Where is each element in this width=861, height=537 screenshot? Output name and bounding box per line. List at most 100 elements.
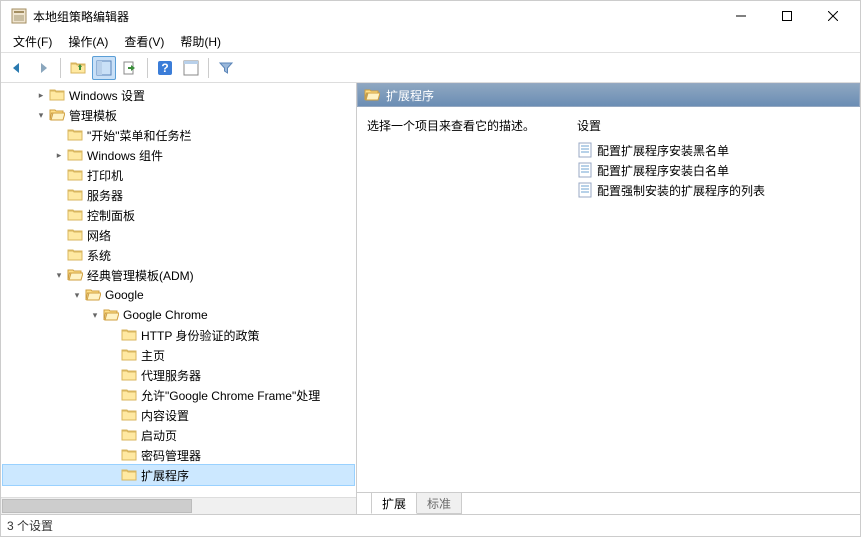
folder-icon xyxy=(49,107,65,123)
settings-item[interactable]: 配置扩展程序安装黑名单 xyxy=(577,140,850,160)
tree-item-label: 服务器 xyxy=(87,187,123,204)
settings-item[interactable]: 配置扩展程序安装白名单 xyxy=(577,160,850,180)
tree-item-label: 打印机 xyxy=(87,167,123,184)
chevron-down-icon[interactable]: ▾ xyxy=(33,107,49,123)
maximize-button[interactable] xyxy=(764,1,810,31)
folder-icon xyxy=(49,87,65,103)
folder-icon xyxy=(67,167,83,183)
settings-item[interactable]: 配置强制安装的扩展程序的列表 xyxy=(577,180,850,200)
tree-item-label: 启动页 xyxy=(141,427,177,444)
settings-list: 设置 配置扩展程序安装黑名单配置扩展程序安装白名单配置强制安装的扩展程序的列表 xyxy=(577,117,850,482)
tree-pane-icon xyxy=(96,60,112,76)
tree[interactable]: ▸ Windows 设置 ▾ 管理模板▸"开始"菜单和任务栏 ▸ Windows 组件▸打… xyxy=(1,83,356,497)
description-hint: 选择一个项目来查看它的描述。 xyxy=(367,117,557,482)
chevron-right-icon[interactable]: ▸ xyxy=(51,147,67,163)
tree-item[interactable]: ▸内容设置 xyxy=(3,405,354,425)
tree-item-label: Windows 设置 xyxy=(69,87,145,104)
policy-icon xyxy=(577,162,593,178)
svg-text:?: ? xyxy=(161,61,168,75)
tree-item[interactable]: ▾Google Chrome xyxy=(3,305,354,325)
separator xyxy=(208,58,209,78)
folder-icon xyxy=(67,127,83,143)
status-text: 3 个设置 xyxy=(7,517,53,534)
filter-button[interactable] xyxy=(214,56,238,80)
tree-item-label: 代理服务器 xyxy=(141,367,201,384)
folder-icon xyxy=(85,287,101,303)
folder-icon xyxy=(67,247,83,263)
tree-item[interactable]: ▸系统 xyxy=(3,245,354,265)
tree-item-label: 网络 xyxy=(87,227,111,244)
folder-icon xyxy=(121,327,137,343)
tree-item[interactable]: ▾ 管理模板 xyxy=(3,105,354,125)
scrollbar-thumb[interactable] xyxy=(2,499,192,513)
folder-icon xyxy=(121,387,137,403)
tree-item-label: 经典管理模板(ADM) xyxy=(87,267,194,284)
tree-item[interactable]: ▸允许"Google Chrome Frame"处理 xyxy=(3,385,354,405)
tree-item[interactable]: ▾ 经典管理模板(ADM) xyxy=(3,265,354,285)
up-button[interactable] xyxy=(66,56,90,80)
tree-item[interactable]: ▸启动页 xyxy=(3,425,354,445)
tree-item-label: 扩展程序 xyxy=(141,467,189,484)
back-button[interactable] xyxy=(5,56,29,80)
chevron-right-icon[interactable]: ▸ xyxy=(33,87,49,103)
back-icon xyxy=(9,60,25,76)
tree-item[interactable]: ▸控制面板 xyxy=(3,205,354,225)
tree-item[interactable]: ▸"开始"菜单和任务栏 xyxy=(3,125,354,145)
settings-item-label: 配置扩展程序安装黑名单 xyxy=(597,142,729,159)
tree-item[interactable]: ▸主页 xyxy=(3,345,354,365)
folder-icon xyxy=(67,267,83,283)
horizontal-scrollbar[interactable] xyxy=(1,497,356,514)
menu-view[interactable]: 查看(V) xyxy=(116,31,172,52)
folder-icon xyxy=(67,207,83,223)
chevron-down-icon[interactable]: ▾ xyxy=(51,267,67,283)
help-button[interactable]: ? xyxy=(153,56,177,80)
tree-item-label: 系统 xyxy=(87,247,111,264)
settings-column-header[interactable]: 设置 xyxy=(577,117,850,134)
separator xyxy=(60,58,61,78)
folder-icon xyxy=(121,427,137,443)
menu-file[interactable]: 文件(F) xyxy=(5,31,60,52)
export-button[interactable] xyxy=(118,56,142,80)
tree-item-label: HTTP 身份验证的政策 xyxy=(141,327,259,344)
forward-button[interactable] xyxy=(31,56,55,80)
menu-help[interactable]: 帮助(H) xyxy=(172,31,229,52)
properties-button[interactable] xyxy=(179,56,203,80)
folder-icon xyxy=(67,187,83,203)
tree-item[interactable]: ▸扩展程序 xyxy=(3,465,354,485)
tree-item[interactable]: ▾Google xyxy=(3,285,354,305)
chevron-down-icon[interactable]: ▾ xyxy=(87,307,103,323)
details-tabs: 扩展 标准 xyxy=(357,492,860,514)
details-header-title: 扩展程序 xyxy=(386,87,434,104)
tree-pane: ▸ Windows 设置 ▾ 管理模板▸"开始"菜单和任务栏 ▸ Windows 组件▸打… xyxy=(1,83,357,514)
folder-icon xyxy=(121,467,137,483)
tree-item-label: 主页 xyxy=(141,347,165,364)
filter-icon xyxy=(218,60,234,76)
tree-item-label: 允许"Google Chrome Frame"处理 xyxy=(141,387,320,404)
folder-icon xyxy=(364,87,380,103)
tree-item-label: Windows 组件 xyxy=(87,147,163,164)
folder-up-icon xyxy=(70,60,86,76)
separator xyxy=(147,58,148,78)
show-tree-button[interactable] xyxy=(92,56,116,80)
tree-item[interactable]: ▸打印机 xyxy=(3,165,354,185)
tree-item[interactable]: ▸服务器 xyxy=(3,185,354,205)
close-button[interactable] xyxy=(810,1,856,31)
menu-action[interactable]: 操作(A) xyxy=(60,31,116,52)
app-icon xyxy=(11,8,27,24)
window-title: 本地组策略编辑器 xyxy=(33,8,718,25)
policy-icon xyxy=(577,182,593,198)
tree-item[interactable]: ▸ Windows 组件 xyxy=(3,145,354,165)
tree-item[interactable]: ▸代理服务器 xyxy=(3,365,354,385)
chevron-down-icon[interactable]: ▾ xyxy=(69,287,85,303)
folder-icon xyxy=(121,367,137,383)
tree-item-label: 管理模板 xyxy=(69,107,117,124)
minimize-icon xyxy=(736,11,746,21)
minimize-button[interactable] xyxy=(718,1,764,31)
folder-icon xyxy=(121,407,137,423)
tree-item[interactable]: ▸HTTP 身份验证的政策 xyxy=(3,325,354,345)
tree-item[interactable]: ▸ Windows 设置 xyxy=(3,85,354,105)
tab-standard[interactable]: 标准 xyxy=(416,493,462,514)
tree-item[interactable]: ▸网络 xyxy=(3,225,354,245)
tree-item[interactable]: ▸密码管理器 xyxy=(3,445,354,465)
tab-extended[interactable]: 扩展 xyxy=(371,493,417,514)
